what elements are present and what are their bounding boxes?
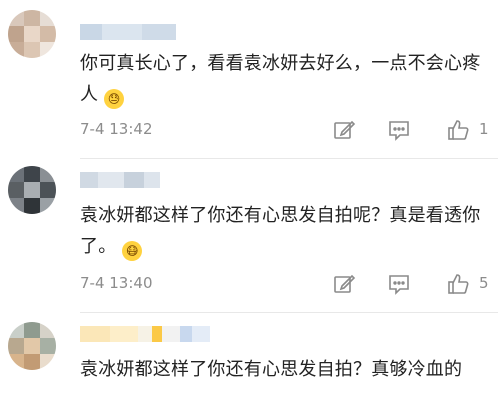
comment-text: 你可真长心了，看看袁冰妍去好么，一点不会心疼人 😓 — [80, 48, 492, 110]
username[interactable] — [80, 326, 210, 342]
comment-icon[interactable] — [387, 118, 411, 142]
timestamp: 7-4 13:42 — [80, 120, 153, 138]
comment-body: 袁冰妍都这样了你还有心思发自拍？真够冷血的 — [80, 359, 463, 380]
username[interactable] — [80, 24, 176, 40]
like-count: 5 — [479, 274, 489, 292]
thumbs-up-icon[interactable] — [446, 118, 470, 142]
divider — [80, 158, 498, 159]
thumbs-up-icon[interactable] — [446, 272, 470, 296]
avatar[interactable] — [8, 10, 56, 58]
timestamp: 7-4 13:40 — [80, 274, 153, 292]
edit-icon[interactable] — [332, 118, 356, 142]
divider — [80, 312, 498, 313]
like-count: 1 — [479, 120, 489, 138]
comment-body: 你可真长心了，看看袁冰妍去好么，一点不会心疼人 — [80, 53, 481, 105]
username[interactable] — [80, 172, 160, 188]
avatar[interactable] — [8, 166, 56, 214]
edit-icon[interactable] — [332, 272, 356, 296]
comment-icon[interactable] — [387, 272, 411, 296]
sweat-emoji-icon: 😓 — [104, 89, 125, 109]
comment-text: 袁冰妍都这样了你还有心思发自拍呢？真是看透你了。 😷 — [80, 200, 492, 262]
laughing-emoji-icon: 😷 — [122, 241, 143, 261]
avatar[interactable] — [8, 322, 56, 370]
comment-text: 袁冰妍都这样了你还有心思发自拍？真够冷血的 — [80, 354, 492, 385]
